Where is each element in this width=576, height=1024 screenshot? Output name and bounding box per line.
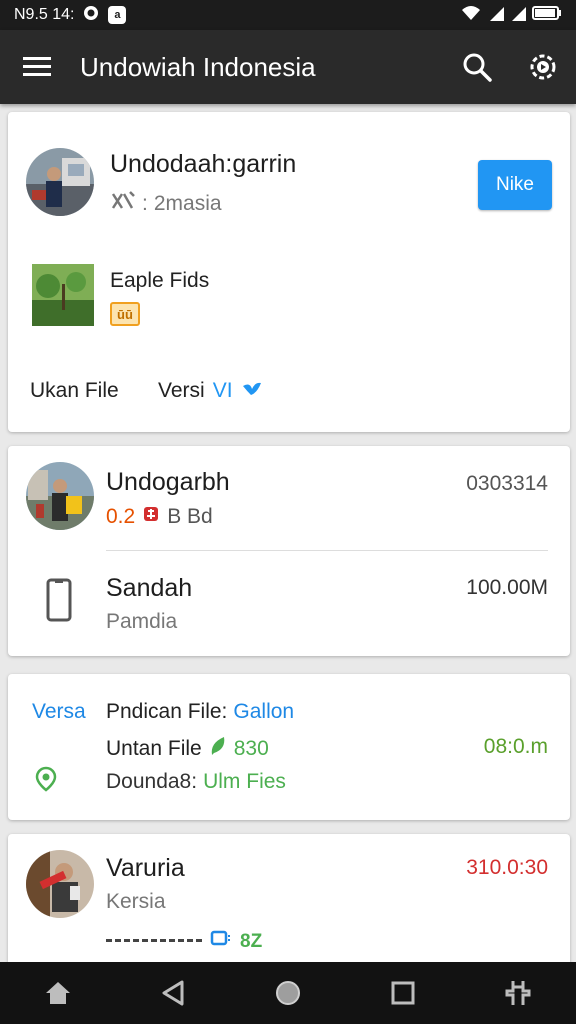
- status-time: N9.5 14:: [14, 6, 75, 23]
- line3-value: Ulm Fies: [203, 770, 286, 793]
- recents-icon[interactable]: [368, 962, 438, 1024]
- status-left: N9.5 14: a: [14, 4, 127, 27]
- line3: Dounda8: Ulm Fies: [106, 770, 286, 794]
- search-icon[interactable]: [444, 30, 510, 104]
- leaf-icon: [208, 735, 228, 763]
- file-badge: ūū: [110, 302, 140, 326]
- card-subtitle-text: 2masia: [153, 191, 222, 215]
- line1: Pndican File: Gallon: [106, 700, 294, 724]
- partial-status-icon: [210, 930, 232, 953]
- action-button-label: Nike: [495, 174, 534, 195]
- battery-icon: [532, 5, 562, 26]
- home-icon[interactable]: [23, 962, 93, 1024]
- row2-subtitle: Pamdia: [106, 610, 178, 633]
- app-bar: Undowiah Indonesia: [0, 30, 576, 104]
- line2-right-value: 08:0.m: [483, 735, 548, 758]
- back-icon[interactable]: [138, 962, 208, 1024]
- avatar: [26, 850, 94, 918]
- phone-icon: [46, 578, 72, 627]
- signal-icon: [488, 5, 504, 26]
- notification-icon: [82, 4, 100, 27]
- signal-icon-2: [510, 5, 526, 26]
- line1-value: Gallon: [233, 700, 295, 723]
- status-bar: N9.5 14: a: [0, 0, 576, 30]
- line2-prefix: Untan File: [106, 737, 202, 760]
- avatar: [26, 462, 94, 530]
- row1-sub-tail: B Bd: [167, 505, 213, 528]
- card-subtitle: : 2masia: [110, 190, 222, 217]
- card-title: Undodaah:garrin: [110, 150, 297, 178]
- row2-title: Sandah: [106, 574, 193, 602]
- file-label: Eaple Fids: [110, 269, 210, 292]
- card4-title: Varuria: [106, 854, 185, 882]
- version-label: Versi: [158, 379, 205, 402]
- version-left-label: Versa: [32, 700, 86, 723]
- row1-right-value: 0303314: [466, 472, 548, 495]
- card4-right-value: 310.0:30: [466, 856, 548, 879]
- download-card-4[interactable]: Varuria Kersia 310.0:30 8Z: [8, 834, 570, 974]
- network-icon: [110, 190, 136, 217]
- line1-prefix: Pndican File:: [106, 700, 228, 723]
- download-card-2[interactable]: Undogarbh 0.2 B Bd 0303314 Sandah Pamdia…: [8, 446, 570, 656]
- version-value: VI: [212, 379, 233, 402]
- card4-partial-row: 8Z: [106, 930, 262, 953]
- file-badge-text: ūū: [117, 306, 133, 322]
- card4-subtitle: Kersia: [106, 890, 166, 913]
- location-icon: [34, 766, 58, 797]
- row1-title: Undogarbh: [106, 468, 230, 496]
- settings-icon[interactable]: [510, 30, 576, 104]
- line2: Untan File 830: [106, 735, 269, 763]
- avatar: [26, 148, 94, 216]
- wifi-icon: [460, 4, 482, 27]
- status-right: [460, 4, 562, 27]
- divider: [106, 550, 548, 551]
- home-circle-icon[interactable]: [253, 962, 323, 1024]
- line2-value: 830: [233, 737, 269, 760]
- download-card-1[interactable]: Undodaah:garrin : 2masia Nike Eaple Fids…: [8, 112, 570, 432]
- partial-divider: [106, 939, 202, 944]
- download-card-3[interactable]: Versa Pndican File: Gallon Untan File 83…: [8, 674, 570, 820]
- app-title: Undowiah Indonesia: [80, 51, 316, 82]
- accessibility-icon[interactable]: [483, 962, 553, 1024]
- partial-value: 8Z: [240, 930, 263, 952]
- footer-file-label[interactable]: Ukan File: [30, 379, 119, 403]
- app-notification-icon: a: [108, 6, 127, 24]
- verified-icon: [241, 379, 263, 403]
- row1-sub-value: 0.2: [106, 505, 136, 528]
- menu-icon[interactable]: [0, 30, 74, 104]
- row2-right-value: 100.00M: [466, 576, 548, 599]
- download-badge-icon: [141, 504, 161, 530]
- navigation-bar: [0, 962, 576, 1024]
- row1-subtitle: 0.2 B Bd: [106, 504, 213, 530]
- action-button[interactable]: Nike: [478, 160, 552, 210]
- line3-prefix: Dounda8:: [106, 770, 198, 793]
- version-info[interactable]: Versi VI: [158, 379, 263, 403]
- file-thumbnail: [32, 264, 94, 326]
